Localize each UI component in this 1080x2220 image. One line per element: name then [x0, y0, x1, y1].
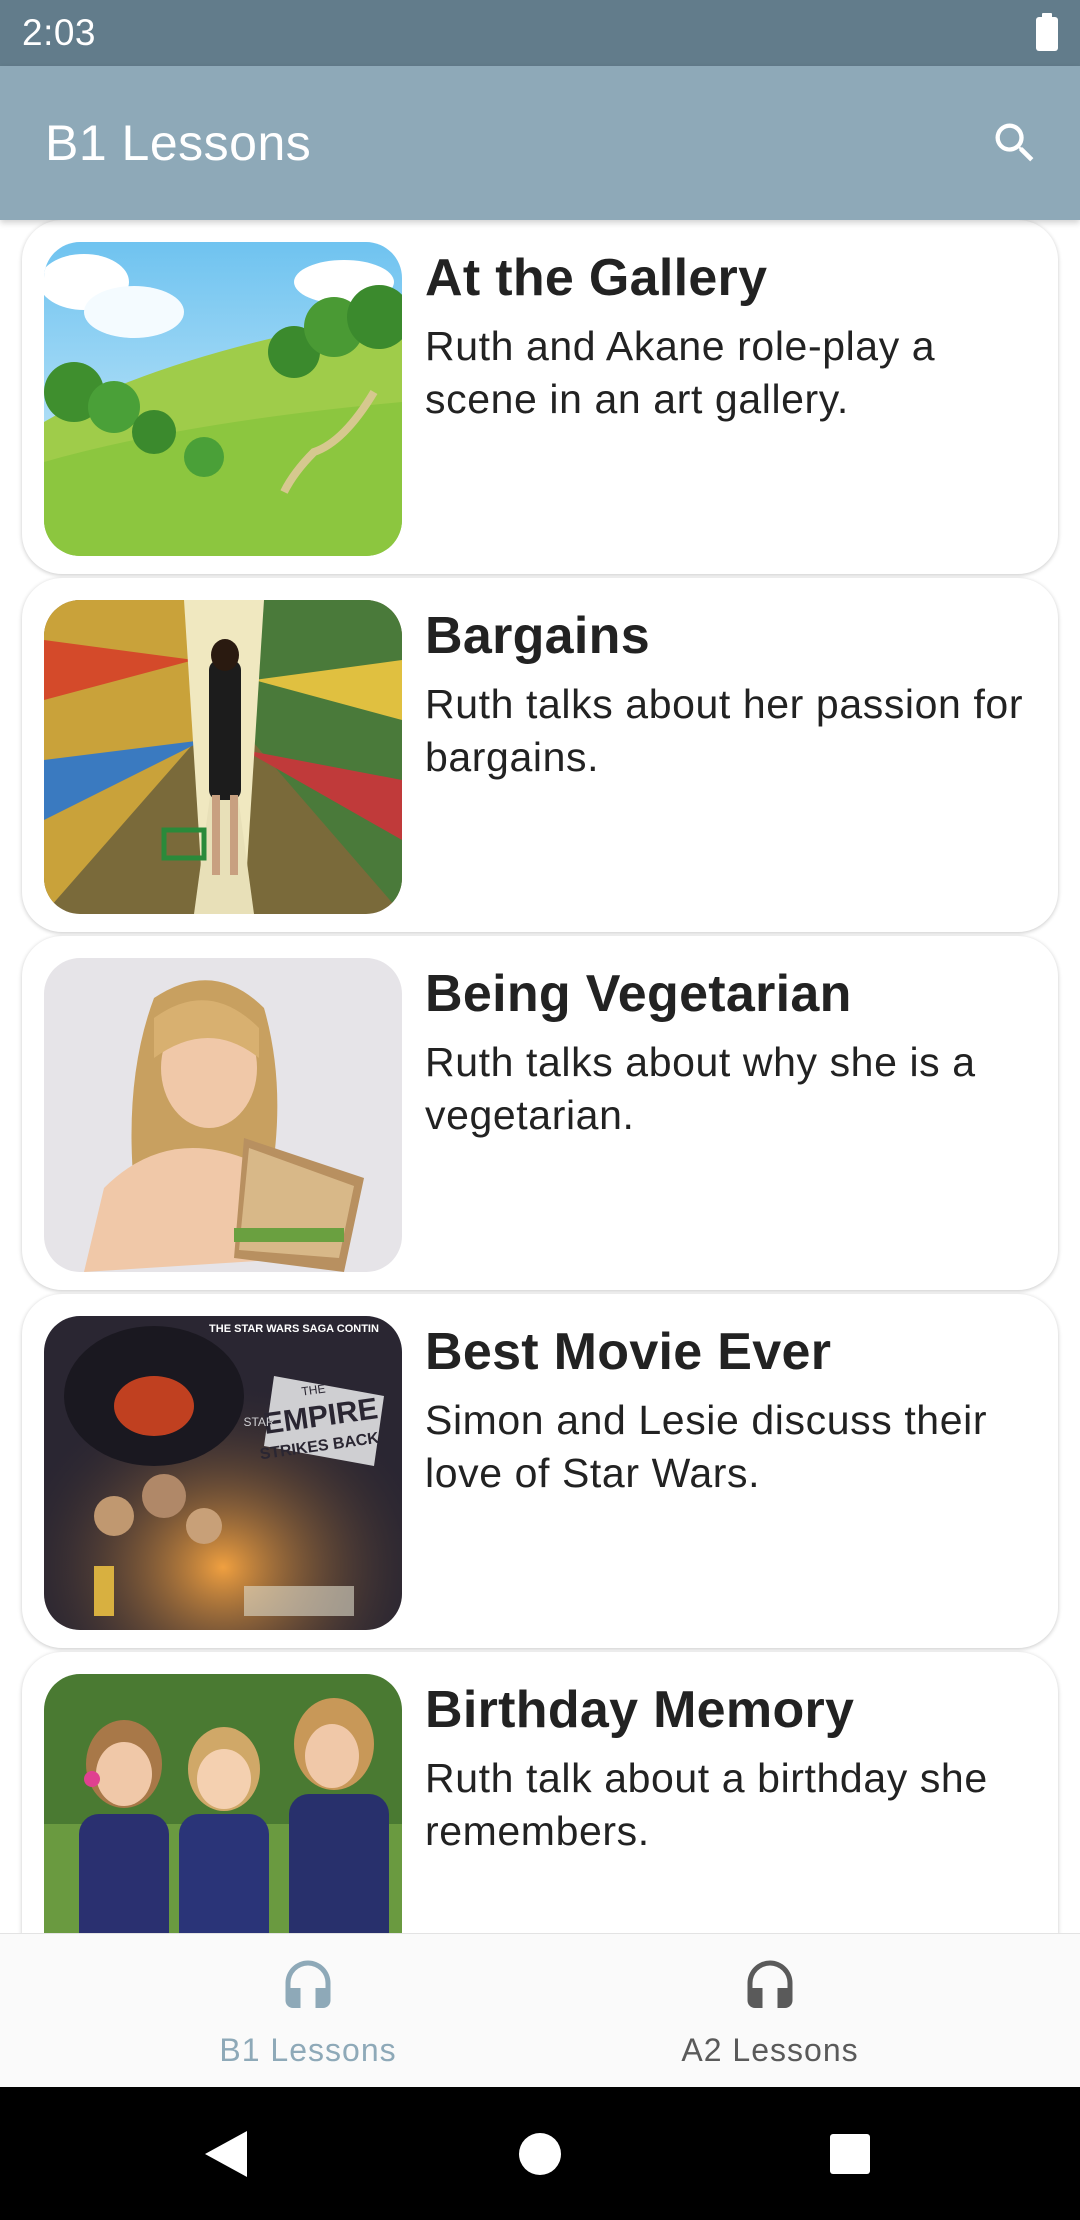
lesson-list[interactable]: At the Gallery Ruth and Akane role-play …	[0, 220, 1080, 1933]
lesson-description: Ruth talk about a birthday she remembers…	[425, 1755, 988, 1854]
app-bar: B1 Lessons	[0, 66, 1080, 220]
home-icon[interactable]	[519, 2133, 561, 2175]
lesson-title: Best Movie Ever	[425, 1323, 832, 1381]
lesson-thumbnail	[44, 1674, 402, 1933]
lesson-thumbnail	[44, 958, 402, 1272]
status-time: 2:03	[22, 12, 97, 53]
lesson-card-being-vegetarian[interactable]: Being Vegetarian Ruth talks about why sh…	[22, 936, 1058, 1290]
lesson-title: At the Gallery	[425, 249, 768, 307]
lesson-description: Ruth talks about her passion for bargain…	[425, 681, 1024, 780]
back-icon[interactable]	[205, 2131, 249, 2177]
lesson-thumbnail	[44, 242, 402, 556]
lesson-description: Ruth and Akane role-play a scene in an a…	[425, 323, 936, 422]
lesson-description: Ruth talks about why she is a vegetarian…	[425, 1039, 976, 1138]
headphones-icon	[747, 1960, 793, 2008]
lesson-card-bargains[interactable]: Bargains Ruth talks about her passion fo…	[22, 578, 1058, 932]
headphones-icon	[285, 1960, 331, 2008]
lesson-card-at-the-gallery[interactable]: At the Gallery Ruth and Akane role-play …	[22, 220, 1058, 574]
tab-label: B1 Lessons	[219, 2032, 397, 2068]
lesson-thumbnail: EMPIRE STRIKES BACK THE STAR THE STAR WA…	[44, 1316, 402, 1630]
poster-top-text: THE STAR WARS SAGA CONTIN	[209, 1323, 379, 1335]
battery-icon	[1036, 13, 1058, 51]
lesson-card-birthday-memory[interactable]: Birthday Memory Ruth talk about a birthd…	[22, 1652, 1058, 1933]
page-title: B1 Lessons	[45, 115, 312, 171]
lesson-card-best-movie-ever[interactable]: EMPIRE STRIKES BACK THE STAR THE STAR WA…	[22, 1294, 1058, 1648]
tab-a2-lessons[interactable]: A2 Lessons	[500, 1934, 1040, 2088]
lesson-title: Being Vegetarian	[425, 965, 852, 1023]
status-bar: 2:03	[0, 0, 1080, 66]
tab-b1-lessons[interactable]: B1 Lessons	[38, 1934, 578, 2088]
lesson-title: Bargains	[425, 607, 650, 665]
bottom-navigation: B1 Lessons A2 Lessons	[0, 1933, 1080, 2087]
lesson-description: Simon and Lesie discuss their love of St…	[425, 1397, 988, 1496]
lesson-title: Birthday Memory	[425, 1681, 855, 1739]
poster-star-text: STAR	[243, 1415, 274, 1429]
recent-apps-icon[interactable]	[830, 2134, 870, 2174]
tab-label: A2 Lessons	[681, 2032, 859, 2068]
search-icon	[995, 123, 1034, 162]
system-navigation-bar	[0, 2087, 1080, 2220]
lesson-thumbnail	[44, 600, 402, 914]
search-button[interactable]	[980, 108, 1050, 178]
